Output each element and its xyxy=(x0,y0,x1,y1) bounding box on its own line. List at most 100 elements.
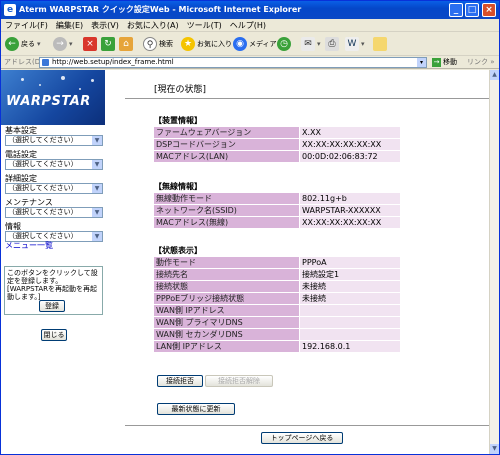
ie-icon: e xyxy=(4,4,16,16)
sidebar-group: メンテナンス （選択してください） ▼ xyxy=(5,198,103,218)
links-button[interactable]: リンク » xyxy=(467,56,495,69)
media-label: メディア xyxy=(249,40,277,48)
stop-icon: × xyxy=(83,37,97,51)
refresh-status-button[interactable]: 最新状態に更新 xyxy=(157,403,235,415)
refresh-icon: ↻ xyxy=(101,37,115,51)
search-button[interactable]: ⚲ 検索 xyxy=(143,36,173,52)
status-header: 【状態表示】 xyxy=(154,246,202,255)
sidebar-group: 詳細設定 （選択してください） ▼ xyxy=(5,174,103,194)
table-row: 接続状態 未接続 xyxy=(153,280,401,293)
sidebar-select[interactable]: （選択してください） ▼ xyxy=(5,183,103,194)
history-button[interactable]: ◷ xyxy=(277,36,293,52)
select-value: （選択してください） xyxy=(8,160,78,168)
row-key: 接続状態 xyxy=(153,280,300,293)
word-icon: W xyxy=(345,37,359,51)
chevron-down-icon[interactable]: ▼ xyxy=(92,160,102,169)
menu-item[interactable]: ファイル(F) xyxy=(1,19,52,32)
row-key: PPPoEブリッジ接続状態 xyxy=(153,292,300,305)
edit-button[interactable]: W ▾ xyxy=(345,36,365,52)
mail-button[interactable]: ✉ ▾ xyxy=(301,36,321,52)
chevron-down-icon[interactable]: ▼ xyxy=(92,208,102,217)
scroll-up-icon[interactable]: ▲ xyxy=(490,70,499,80)
address-input[interactable]: http://web.setup/index_frame.html ▾ xyxy=(39,57,427,68)
row-value: 802.11g+b xyxy=(299,192,401,205)
row-key: DSPコードバージョン xyxy=(153,138,300,151)
sidebar-group-label: 基本設定 xyxy=(5,126,37,135)
table-row: WAN側 プライマリDNS xyxy=(153,316,401,329)
refresh-button[interactable]: ↻ xyxy=(101,36,117,52)
sidebar-select[interactable]: （選択してください） ▼ xyxy=(5,135,103,146)
back-label: 戻る xyxy=(21,40,35,48)
reject-connection-button[interactable]: 接続拒否 xyxy=(157,375,203,387)
row-value: XX:XX:XX:XX:XX:XX xyxy=(299,216,401,229)
search-icon: ⚲ xyxy=(143,37,157,51)
media-icon: ◉ xyxy=(233,37,247,51)
favorites-label: お気に入り xyxy=(197,40,232,48)
row-value: PPPoA xyxy=(299,256,401,269)
close-sidebar-button[interactable]: 閉じる xyxy=(41,329,67,341)
row-key: 動作モード xyxy=(153,256,300,269)
row-value: 未接続 xyxy=(299,280,401,293)
divider xyxy=(125,98,489,99)
sidebar-group-label: 詳細設定 xyxy=(5,174,37,183)
sidebar-group: 情報 （選択してください） ▼ xyxy=(5,222,103,242)
note-text: このボタンをクリックして設定を登録します。[WARPSTARを再起動を再起動しま… xyxy=(7,269,98,301)
row-key: 接続先名 xyxy=(153,268,300,281)
device-info-header: 【装置情報】 xyxy=(154,116,202,125)
back-to-top-button[interactable]: トップページへ戻る xyxy=(261,432,343,444)
favorites-button[interactable]: ★ お気に入り xyxy=(181,36,232,52)
device-info-table: ファームウェアバージョン X.XX DSPコードバージョン XX:XX:XX:XX:X… xyxy=(153,126,401,163)
sidebar-select[interactable]: （選択してください） ▼ xyxy=(5,207,103,218)
print-button[interactable]: ⎙ xyxy=(325,36,341,52)
select-value: （選択してください） xyxy=(8,136,78,144)
stop-button[interactable]: × xyxy=(83,36,99,52)
reject-cancel-button[interactable]: 接続拒否解除 xyxy=(205,375,273,387)
menu-item[interactable]: ヘルプ(H) xyxy=(226,19,270,32)
printer-icon: ⎙ xyxy=(325,37,339,51)
messenger-button[interactable] xyxy=(373,36,389,52)
forward-button[interactable]: → ▾ xyxy=(53,36,73,52)
address-label: アドレス(D) xyxy=(4,58,43,66)
row-value: 192.168.0.1 xyxy=(299,340,401,353)
sidebar-select[interactable]: （選択してください） ▼ xyxy=(5,159,103,170)
close-button[interactable]: × xyxy=(482,3,496,17)
home-button[interactable]: ⌂ xyxy=(119,36,135,52)
select-value: （選択してください） xyxy=(8,232,78,240)
chevron-down-icon[interactable]: ▼ xyxy=(92,232,102,241)
sidebar-group-label: メンテナンス xyxy=(5,198,53,207)
media-button[interactable]: ◉ メディア xyxy=(233,36,277,52)
home-icon: ⌂ xyxy=(119,37,133,51)
chevron-down-icon[interactable]: ▼ xyxy=(92,184,102,193)
go-arrow-icon: → xyxy=(432,58,441,67)
maximize-button[interactable]: □ xyxy=(465,3,479,17)
scrollbar[interactable]: ▲ ▼ xyxy=(489,70,499,454)
back-button[interactable]: ← 戻る ▾ xyxy=(5,36,41,52)
table-row: MACアドレス(無線) XX:XX:XX:XX:XX:XX xyxy=(153,216,401,229)
row-key: ファームウェアバージョン xyxy=(153,126,300,139)
chevron-down-icon: ▾ xyxy=(37,40,41,48)
go-label: 移動 xyxy=(443,58,457,66)
row-key: 無線動作モード xyxy=(153,192,300,205)
register-button[interactable]: 登録 xyxy=(39,300,65,312)
menu-item[interactable]: ツール(T) xyxy=(183,19,226,32)
row-value: 00:0D:02:06:83:72 xyxy=(299,150,401,163)
menu-item[interactable]: 編集(E) xyxy=(52,19,87,32)
scroll-down-icon[interactable]: ▼ xyxy=(490,444,499,454)
menu-item[interactable]: お気に入り(A) xyxy=(123,19,183,32)
chevron-down-icon[interactable]: ▾ xyxy=(417,58,426,67)
status-table: 動作モード PPPoA 接続先名 接続設定1 接続状態 未接続 PPPoEブリッジ接続状態未… xyxy=(153,256,401,353)
row-key: WAN側 セカンダリDNS xyxy=(153,328,300,341)
table-row: DSPコードバージョン XX:XX:XX:XX:XX:XX xyxy=(153,138,401,151)
go-button[interactable]: → 移動 xyxy=(432,56,457,69)
chevron-down-icon[interactable]: ▼ xyxy=(92,136,102,145)
forward-arrow-icon: → xyxy=(53,37,67,51)
chevron-down-icon: ▾ xyxy=(361,40,365,48)
sidebar: WARPSTAR 基本設定 （選択してください） ▼ 電話設定 （選択してください） ▼ 詳… xyxy=(1,70,105,454)
toolbar: ← 戻る ▾ → ▾ × ↻ ⌂ ⚲ 検索 ★ お気に入り ◉ メディア ◷ ✉… xyxy=(1,32,499,56)
table-row: WAN側 セカンダリDNS xyxy=(153,328,401,341)
minimize-button[interactable]: _ xyxy=(449,3,463,17)
menu-item[interactable]: 表示(V) xyxy=(87,19,123,32)
menu-list-link[interactable]: メニュー一覧 xyxy=(5,240,53,251)
sidebar-group: 電話設定 （選択してください） ▼ xyxy=(5,150,103,170)
address-bar: アドレス(D) http://web.setup/index_frame.htm… xyxy=(1,56,499,69)
